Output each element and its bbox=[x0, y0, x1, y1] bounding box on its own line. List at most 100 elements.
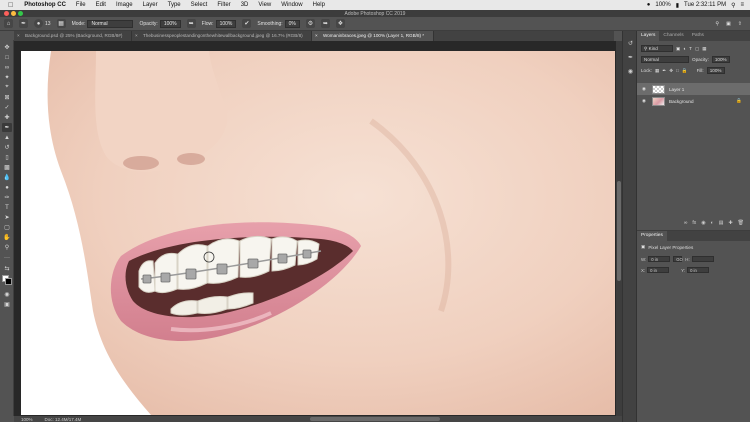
tab-channels[interactable]: Channels bbox=[659, 31, 687, 41]
filter-shape-icon[interactable]: ▢ bbox=[695, 46, 699, 52]
search-panel-icon[interactable]: ⚲ bbox=[715, 21, 719, 27]
visibility-eye-icon[interactable]: ◉ bbox=[640, 98, 648, 104]
photo-woman-with-braces[interactable] bbox=[21, 51, 615, 415]
eraser-tool-icon[interactable]: ▯ bbox=[2, 153, 12, 162]
layer-row-layer-1[interactable]: ◉ Layer 1 bbox=[637, 83, 750, 95]
filter-pixel-icon[interactable]: ▣ bbox=[676, 46, 680, 52]
airbrush-icon[interactable]: ✔ bbox=[242, 19, 252, 28]
lasso-tool-icon[interactable]: ∞ bbox=[2, 63, 12, 72]
type-tool-icon[interactable]: T bbox=[2, 203, 12, 212]
menu-3d[interactable]: 3D bbox=[236, 2, 254, 8]
mode-select[interactable]: Normal bbox=[87, 19, 134, 28]
menu-type[interactable]: Type bbox=[163, 2, 186, 8]
swap-colors-icon[interactable]: ⇆ bbox=[2, 264, 12, 273]
menu-help[interactable]: Help bbox=[308, 2, 330, 8]
menu-view[interactable]: View bbox=[253, 2, 276, 8]
tab-woman-in-braces[interactable]: × Womaninbraces.jpeg @ 100% (Layer 1, RG… bbox=[312, 31, 434, 41]
tab-paths[interactable]: Paths bbox=[688, 31, 708, 41]
workspace-icon[interactable]: ▣ bbox=[726, 21, 731, 27]
layer-filter-kind[interactable]: ⚲ Kind bbox=[641, 45, 673, 52]
symmetry-icon[interactable]: ❖ bbox=[335, 19, 345, 28]
brush-tool-icon[interactable]: ✒ bbox=[19, 19, 28, 28]
new-group-icon[interactable]: ▤ bbox=[719, 220, 724, 226]
opacity-field[interactable]: 100% bbox=[159, 19, 181, 28]
menu-select[interactable]: Select bbox=[186, 2, 213, 8]
pressure-size-icon[interactable]: ➥ bbox=[320, 19, 330, 28]
layer-opacity-field[interactable]: 100% bbox=[711, 56, 730, 63]
layer-mask-icon[interactable]: ◉ bbox=[701, 220, 705, 226]
lock-position-icon[interactable]: ✥ bbox=[669, 68, 673, 74]
menu-file[interactable]: File bbox=[71, 2, 91, 8]
lock-image-icon[interactable]: ✒ bbox=[662, 68, 666, 74]
dodge-tool-icon[interactable]: ● bbox=[2, 183, 12, 192]
menu-image[interactable]: Image bbox=[111, 2, 138, 8]
adjustment-layer-icon[interactable]: ◐ bbox=[711, 220, 714, 226]
move-tool-icon[interactable]: ✥ bbox=[2, 43, 12, 52]
blend-mode-select[interactable]: Normal bbox=[641, 56, 689, 63]
notification-center-icon[interactable]: ≡ bbox=[740, 2, 744, 8]
edit-toolbar-icon[interactable]: ··· bbox=[2, 253, 12, 262]
height-field[interactable] bbox=[691, 256, 714, 262]
vertical-scroll-thumb[interactable] bbox=[617, 181, 621, 281]
wifi-icon[interactable]: ● bbox=[647, 2, 651, 8]
pen-tool-icon[interactable]: ✑ bbox=[2, 193, 12, 202]
history-panel-icon[interactable]: ↺ bbox=[626, 39, 635, 48]
visibility-eye-icon[interactable]: ◉ bbox=[640, 86, 648, 92]
battery-icon[interactable]: ▮ bbox=[676, 2, 679, 9]
y-field[interactable]: 0 in bbox=[687, 267, 710, 273]
filter-adjustment-icon[interactable]: ◐ bbox=[683, 46, 686, 51]
frame-tool-icon[interactable]: ⊠ bbox=[2, 93, 12, 102]
new-layer-icon[interactable]: ✚ bbox=[728, 220, 732, 226]
filter-smart-object-icon[interactable]: ▦ bbox=[702, 46, 706, 52]
app-menu[interactable]: Photoshop CC bbox=[19, 2, 71, 8]
link-dimensions-button[interactable]: GO bbox=[673, 256, 683, 262]
path-selection-tool-icon[interactable]: ➤ bbox=[2, 213, 12, 222]
layer-name[interactable]: Layer 1 bbox=[669, 87, 684, 92]
flow-field[interactable]: 100% bbox=[215, 19, 237, 28]
tab-business-people[interactable]: × Thebusinesspeoplestandingonthewhitewal… bbox=[132, 31, 312, 41]
lock-transparent-icon[interactable]: ▦ bbox=[655, 68, 659, 74]
home-icon[interactable]: ⌂ bbox=[4, 19, 13, 28]
horizontal-scroll-thumb[interactable] bbox=[310, 417, 440, 421]
clone-source-panel-icon[interactable]: ◉ bbox=[626, 67, 635, 76]
screen-mode-icon[interactable]: ▣ bbox=[2, 300, 12, 309]
crop-tool-icon[interactable]: ⌖ bbox=[2, 83, 12, 92]
fill-field[interactable]: 100% bbox=[706, 67, 725, 74]
healing-brush-tool-icon[interactable]: ✚ bbox=[2, 113, 12, 122]
zoom-tool-icon[interactable]: ⚲ bbox=[2, 243, 12, 252]
close-tab-icon[interactable]: × bbox=[315, 31, 318, 41]
menu-window[interactable]: Window bbox=[276, 2, 307, 8]
brush-settings-icon[interactable]: ▦ bbox=[56, 19, 66, 28]
brush-preset-picker[interactable]: ● 13 bbox=[34, 19, 51, 28]
search-icon[interactable]: ⚲ bbox=[731, 2, 735, 9]
clock[interactable]: Tue 2:32:11 PM bbox=[684, 2, 726, 8]
layer-row-background[interactable]: ◉ Background 🔒 bbox=[637, 95, 750, 107]
smoothing-field[interactable]: 0% bbox=[284, 19, 300, 28]
filter-type-icon[interactable]: T bbox=[689, 46, 692, 51]
tab-layers[interactable]: Layers bbox=[637, 31, 660, 41]
quick-select-tool-icon[interactable]: ✦ bbox=[2, 73, 12, 82]
apple-menu-icon[interactable]:  bbox=[0, 2, 19, 9]
layer-style-icon[interactable]: fx bbox=[692, 220, 696, 226]
clone-stamp-tool-icon[interactable]: ▲ bbox=[2, 133, 12, 142]
zoom-level[interactable]: 100% bbox=[21, 417, 33, 422]
rectangle-tool-icon[interactable]: ▢ bbox=[2, 223, 12, 232]
eyedropper-tool-icon[interactable]: ✓ bbox=[2, 103, 12, 112]
link-layers-icon[interactable]: ∞ bbox=[684, 220, 688, 226]
gradient-tool-icon[interactable]: ▩ bbox=[2, 163, 12, 172]
menu-edit[interactable]: Edit bbox=[91, 2, 111, 8]
brush-tool-icon[interactable]: ✒ bbox=[2, 123, 12, 132]
delete-layer-icon[interactable]: 🗑 bbox=[738, 220, 744, 226]
smoothing-options-gear-icon[interactable]: ⚙ bbox=[305, 19, 315, 28]
doc-size[interactable]: Doc: 12.4M/17.4M bbox=[45, 417, 82, 422]
history-brush-tool-icon[interactable]: ↺ bbox=[2, 143, 12, 152]
layer-name[interactable]: Background bbox=[669, 99, 694, 104]
quick-mask-icon[interactable]: ◉ bbox=[2, 290, 12, 299]
tab-properties[interactable]: Properties bbox=[637, 231, 667, 241]
marquee-tool-icon[interactable]: □ bbox=[2, 53, 12, 62]
hand-tool-icon[interactable]: ✋ bbox=[2, 233, 12, 242]
lock-artboard-icon[interactable]: □ bbox=[676, 68, 679, 73]
share-icon[interactable]: ⇧ bbox=[738, 21, 742, 27]
brush-settings-panel-icon[interactable]: ✒ bbox=[626, 53, 635, 62]
menu-layer[interactable]: Layer bbox=[138, 2, 163, 8]
